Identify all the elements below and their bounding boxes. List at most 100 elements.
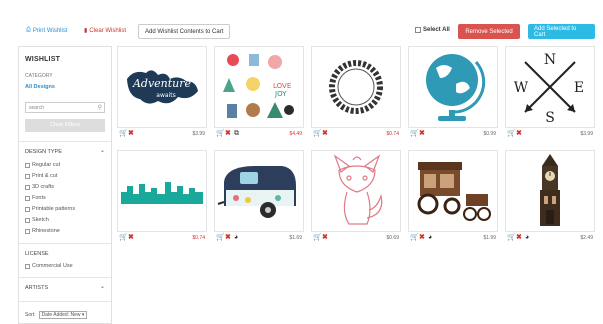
svg-text:W: W [514,80,529,96]
item-thumbnail[interactable]: LOVE JOY [214,46,304,128]
fox-image [333,154,383,225]
shopping-cart-icon[interactable]: 🛒 [507,130,516,138]
printer-icon: ⎙ [26,27,31,33]
filter-option-commercial-use[interactable]: Commercial Use [25,263,73,269]
shopping-cart-icon[interactable]: 🛒 [410,130,419,138]
remove-x-icon[interactable]: ✖ [225,234,231,242]
svg-text:LOVE: LOVE [273,82,291,90]
item-footer: 🛒 ✖ $0.99 [408,130,498,139]
svg-text:N: N [544,52,556,68]
item-thumbnail[interactable] [311,46,401,128]
artists-heading: ARTISTS [25,285,49,291]
item-price: $0.74 [386,131,399,137]
winter-pattern-image: LOVE JOY [223,54,294,118]
search-icon: ⚲ [97,105,102,111]
clear-filters-button[interactable]: Clear Filters [25,119,105,132]
globe-image [426,54,486,121]
wishlist-sidebar: WISHLIST CATEGORY All Designs search ⚲ C… [18,46,112,324]
item-thumbnail[interactable]: Adventure awaits [117,46,207,128]
shopping-cart-icon[interactable]: 🛒 [119,234,128,242]
shopping-cart-icon[interactable]: 🛒 [313,234,322,242]
item-price: $3.99 [192,131,205,137]
divider [19,301,111,302]
item-thumbnail[interactable]: N W E S [505,46,595,128]
shopping-cart-icon[interactable]: 🛒 [216,130,225,138]
item-price: $4.49 [289,131,302,137]
add-wishlist-contents-button[interactable]: Add Wishlist Contents to Cart [138,24,231,39]
item-footer: 🛒 ✖ $3.99 [117,130,207,139]
wishlist-item[interactable]: Adventure awaits 🛒 ✖ $3.99 [117,46,207,139]
svg-text:E: E [574,80,584,96]
filter-option-3d-crafts[interactable]: 3D crafts [25,184,54,190]
wishlist-item[interactable]: LOVE JOY 🛒 ✖ ⧉ $4.49 [214,46,304,139]
category-all-designs-link[interactable]: All Designs [25,84,55,90]
item-price: $2.49 [580,235,593,241]
filter-option-rhinestone[interactable]: Rhinestone [25,228,60,234]
item-price: $3.99 [580,131,593,137]
remove-x-icon[interactable]: ✖ [516,130,522,138]
divider [19,243,111,244]
sort-select[interactable]: Date Added: New ▾ [38,311,88,319]
remove-x-icon[interactable]: ✖ [322,234,328,242]
select-all-toggle[interactable]: Select All [415,27,450,33]
item-thumbnail[interactable] [311,150,401,232]
3d-sphere-icon: ◕ [428,234,433,241]
filter-option-fonts[interactable]: Fonts [25,195,46,201]
remove-x-icon[interactable]: ✖ [225,130,231,138]
item-thumbnail[interactable] [408,150,498,232]
wagon-image [417,162,491,221]
wishlist-item[interactable]: 🛒 ✖ $0.69 [311,150,401,243]
3d-sphere-icon: ◕ [525,234,530,241]
remove-x-icon[interactable]: ✖ [419,130,425,138]
clock-tower-image [540,154,560,226]
wishlist-item[interactable]: 🛒 ✖ ◕ $2.49 [505,150,595,243]
clear-wishlist-link[interactable]: ▮ Clear Wishlist [84,27,126,35]
layers-icon: ⧉ [234,130,239,137]
wishlist-item[interactable]: 🛒 ✖ $0.99 [408,46,498,139]
item-price: $1.99 [483,235,496,241]
search-input[interactable]: search ⚲ [25,102,105,113]
shopping-cart-icon[interactable]: 🛒 [216,234,225,242]
item-thumbnail[interactable] [505,150,595,232]
item-footer: 🛒 ✖ $3.99 [505,130,595,139]
filter-option-printable-patterns[interactable]: Printable patterns [25,206,75,212]
select-all-checkbox[interactable] [415,27,421,33]
item-thumbnail[interactable] [214,150,304,232]
divider [19,277,111,278]
shopping-cart-icon[interactable]: 🛒 [410,234,419,242]
remove-x-icon[interactable]: ✖ [128,130,134,138]
remove-x-icon[interactable]: ✖ [516,234,522,242]
filter-option-regular-cut[interactable]: Regular cut [25,162,60,168]
category-label: CATEGORY [25,73,53,79]
chevron-down-icon[interactable]: ⌄ [100,283,105,290]
filter-option-sketch[interactable]: Sketch [25,217,49,223]
shopping-cart-icon[interactable]: 🛒 [119,130,128,138]
svg-text:S: S [545,110,555,126]
laurel-wreath-image [329,60,383,114]
item-footer: 🛒 ✖ $0.74 [117,234,207,243]
item-thumbnail[interactable] [117,150,207,232]
world-map-image: Adventure awaits [127,70,198,104]
shopping-cart-icon[interactable]: 🛒 [507,234,516,242]
remove-x-icon[interactable]: ✖ [128,234,134,242]
item-footer: 🛒 ✖ ◕ $1.69 [214,234,304,243]
wishlist-item[interactable]: 🛒 ✖ $0.74 [117,150,207,243]
wishlist-item[interactable]: 🛒 ✖ $0.74 [311,46,401,139]
license-heading: LICENSE [25,251,49,257]
print-wishlist-link[interactable]: ⎙ Print Wishlist [26,27,67,34]
add-selected-to-cart-button[interactable]: Add Selected to Cart [528,24,595,39]
remove-selected-button[interactable]: Remove Selected [458,24,520,39]
remove-x-icon[interactable]: ✖ [419,234,425,242]
filter-option-print-cut[interactable]: Print & cut [25,173,57,179]
item-thumbnail[interactable] [408,46,498,128]
shopping-cart-icon[interactable]: 🛒 [313,130,322,138]
item-footer: 🛒 ✖ ◕ $1.99 [408,234,498,243]
wishlist-item[interactable]: 🛒 ✖ ◕ $1.99 [408,150,498,243]
wishlist-item[interactable]: 🛒 ✖ ◕ $1.69 [214,150,304,243]
svg-text:awaits: awaits [156,92,175,99]
remove-x-icon[interactable]: ✖ [322,130,328,138]
divider [19,141,111,142]
wishlist-item[interactable]: N W E S 🛒 ✖ $3.99 [505,46,595,139]
chevron-down-icon[interactable]: ⌄ [100,147,105,154]
3d-sphere-icon: ◕ [234,234,239,241]
